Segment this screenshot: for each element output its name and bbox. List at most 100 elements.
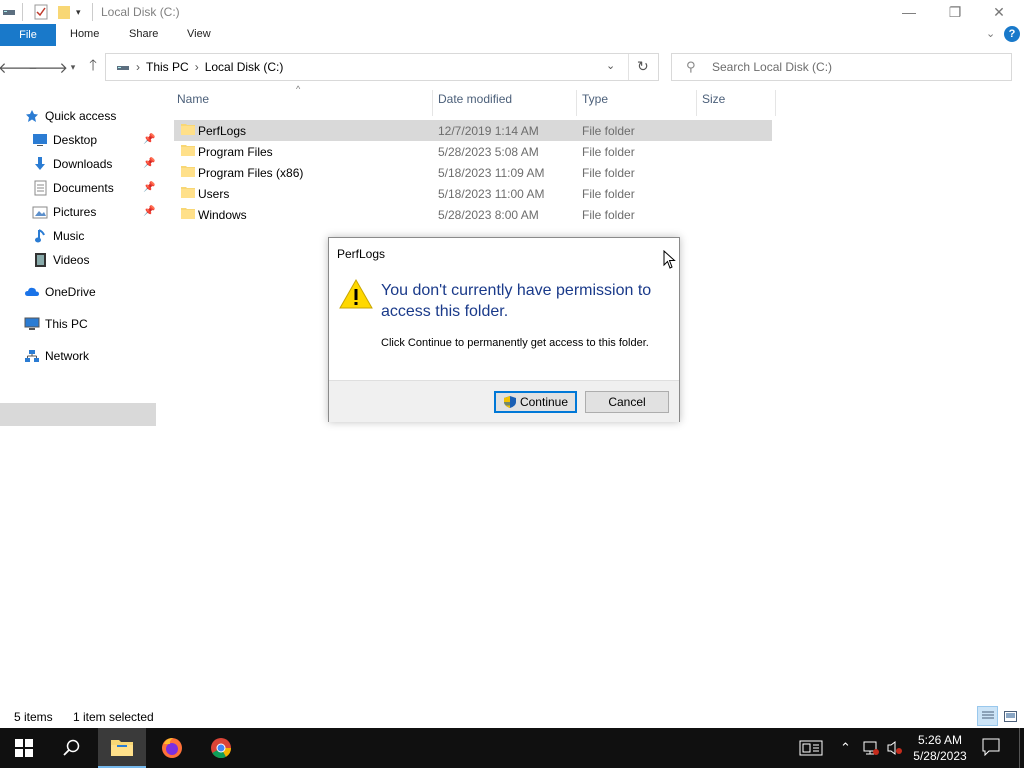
dialog-footer: Continue Cancel (329, 380, 679, 422)
pictures-icon (32, 204, 48, 220)
column-divider[interactable] (432, 90, 433, 116)
sidebar-item-desktop[interactable]: Desktop (32, 129, 97, 151)
chrome-taskbar-button[interactable] (197, 728, 245, 768)
back-button[interactable]: 🡐 (0, 56, 38, 78)
cloud-icon (24, 284, 40, 300)
sidebar-item-downloads[interactable]: Downloads (32, 153, 112, 175)
show-desktop-button[interactable] (1019, 728, 1020, 768)
computer-icon (24, 316, 40, 332)
nav-selection-highlight (0, 403, 156, 426)
action-center-icon[interactable] (982, 738, 1000, 759)
status-item-count: 5 items (14, 710, 53, 724)
new-folder-icon[interactable] (57, 3, 71, 21)
recent-locations-icon[interactable]: ▾ (63, 56, 83, 78)
sort-ascending-icon: ^ (296, 84, 301, 94)
sidebar-item-videos[interactable]: Videos (32, 249, 89, 271)
documents-icon (32, 180, 48, 196)
column-header-size[interactable]: Size (702, 92, 725, 112)
up-button[interactable]: 🡑 (83, 56, 103, 78)
sidebar-item-documents[interactable]: Documents (32, 177, 114, 199)
mouse-cursor-icon (663, 250, 676, 269)
help-icon[interactable]: ? (1004, 26, 1020, 42)
dialog-message: You don't currently have permission to a… (381, 282, 652, 320)
start-button[interactable] (0, 728, 48, 768)
pin-icon[interactable]: 📌 (143, 206, 155, 217)
navigation-pane: Quick access Desktop 📌 Downloads 📌 Docum… (0, 90, 158, 706)
details-view-button[interactable] (977, 706, 998, 726)
sidebar-item-pictures[interactable]: Pictures (32, 201, 96, 223)
continue-button[interactable]: Continue (494, 391, 577, 413)
folder-icon (181, 145, 195, 156)
column-header-date[interactable]: Date modified (438, 92, 512, 112)
file-explorer-icon (111, 740, 133, 756)
table-row[interactable]: Program Files (x86) 5/18/2023 11:09 AM F… (174, 162, 772, 183)
pin-icon[interactable]: 📌 (143, 182, 155, 193)
column-divider[interactable] (576, 90, 577, 116)
chevron-right-icon: › (136, 60, 140, 74)
close-button[interactable]: ✕ (976, 0, 1022, 24)
maximize-button[interactable]: ❐ (932, 0, 978, 24)
folder-icon (181, 187, 195, 198)
breadcrumb-this-pc[interactable]: This PC (146, 60, 189, 74)
pin-icon[interactable]: 📌 (143, 158, 155, 169)
download-icon (32, 156, 48, 172)
music-icon (32, 228, 48, 244)
tab-file[interactable]: File (0, 24, 56, 46)
address-bar[interactable]: › This PC › Local Disk (C:) ⌄ ↻ (105, 53, 659, 81)
properties-icon[interactable] (34, 3, 48, 21)
large-icons-view-button[interactable] (1000, 706, 1021, 726)
ribbon: File Home Share View ⌄ ? (0, 24, 1024, 46)
qa-divider (92, 3, 93, 21)
table-row[interactable]: PerfLogs 12/7/2019 1:14 AM File folder (174, 120, 772, 141)
customize-toolbar-icon[interactable]: ▾ (76, 3, 81, 21)
search-input[interactable]: Search Local Disk (C:) (712, 60, 832, 74)
cancel-button[interactable]: Cancel (585, 391, 669, 413)
news-icon[interactable] (799, 740, 823, 759)
search-box[interactable]: ⚲ Search Local Disk (C:) (671, 53, 1012, 81)
search-button[interactable] (48, 728, 96, 768)
firefox-taskbar-button[interactable] (148, 728, 196, 768)
sidebar-item-onedrive[interactable]: OneDrive (24, 281, 96, 303)
title-bar: ▾ Local Disk (C:) — ❐ ✕ (0, 0, 1024, 24)
address-divider (628, 54, 629, 80)
drive-icon[interactable] (2, 3, 16, 21)
firefox-icon (162, 738, 182, 758)
clock-time: 5:26 AM (917, 733, 963, 747)
column-header-type[interactable]: Type (582, 92, 608, 112)
table-row[interactable]: Windows 5/28/2023 8:00 AM File folder (174, 204, 772, 225)
sidebar-item-music[interactable]: Music (32, 225, 84, 247)
tab-view[interactable]: View (187, 28, 211, 40)
sidebar-item-quick-access[interactable]: Quick access (24, 105, 116, 127)
taskbar: ⌃ 5:26 AM 5/28/2023 (0, 728, 1024, 768)
breadcrumb-local-disk[interactable]: Local Disk (C:) (205, 60, 284, 74)
column-divider[interactable] (775, 90, 776, 116)
column-divider[interactable] (696, 90, 697, 116)
refresh-icon[interactable]: ↻ (637, 58, 649, 75)
forward-button[interactable]: 🡒 (28, 56, 68, 78)
windows-logo-icon (15, 739, 33, 757)
column-header-name[interactable]: Name (177, 92, 209, 112)
computer-icon (117, 66, 129, 70)
system-clock[interactable]: 5:26 AM 5/28/2023 (908, 732, 972, 764)
table-row[interactable]: Users 5/18/2023 11:00 AM File folder (174, 183, 772, 204)
tab-share[interactable]: Share (129, 28, 158, 40)
sidebar-item-this-pc[interactable]: This PC (24, 313, 88, 335)
chevron-right-icon: › (194, 60, 199, 74)
show-hidden-icons-icon[interactable]: ⌃ (840, 740, 851, 756)
window-title: Local Disk (C:) (101, 5, 180, 19)
folder-icon (181, 166, 195, 177)
volume-muted-icon[interactable] (886, 740, 904, 759)
table-row[interactable]: Program Files 5/28/2023 5:08 AM File fol… (174, 141, 772, 162)
details-view-icon (981, 711, 994, 719)
folder-icon (181, 208, 195, 219)
network-status-icon[interactable] (862, 740, 880, 759)
expand-ribbon-icon[interactable]: ⌄ (986, 27, 995, 40)
star-icon (24, 108, 40, 124)
large-icons-view-icon (1004, 710, 1017, 722)
file-explorer-taskbar-button[interactable] (98, 728, 146, 768)
minimize-button[interactable]: — (886, 0, 932, 24)
pin-icon[interactable]: 📌 (143, 134, 155, 145)
address-dropdown-icon[interactable]: ⌄ (606, 59, 615, 72)
tab-home[interactable]: Home (70, 28, 99, 40)
sidebar-item-network[interactable]: Network (24, 345, 89, 367)
